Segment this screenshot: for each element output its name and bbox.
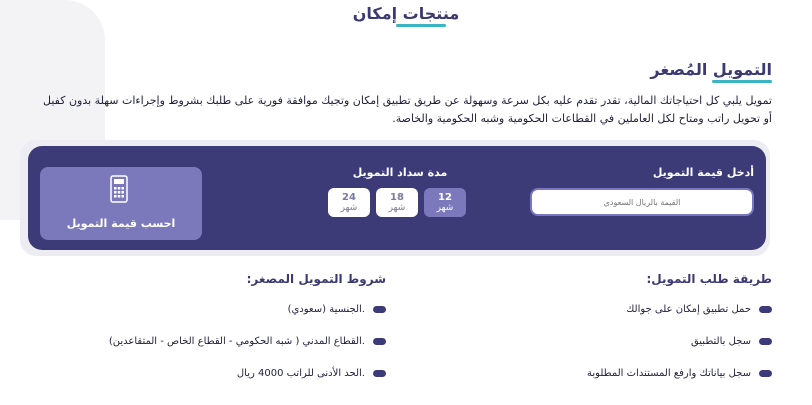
title-underline — [396, 24, 446, 27]
duration-label: مدة سداد التمويل — [352, 166, 448, 179]
list-item-text: .الحد الأدنى للراتب 4000 ريال — [236, 368, 365, 379]
list-item: سجل بالتطبيق — [691, 336, 772, 347]
conditions-list: .الجنسية (سعودي) .القطاع المدني ( شبه ال… — [46, 300, 386, 390]
duration-option-18[interactable]: 18 شهر — [376, 188, 418, 217]
conditions-title: شروط التمويل المصغر: — [246, 272, 386, 286]
calculator-icon — [110, 175, 128, 203]
list-item: .القطاع المدني ( شبه الحكومي - القطاع ال… — [109, 336, 386, 347]
bullet-icon — [759, 338, 772, 345]
duration-option-12[interactable]: 12 شهر — [424, 188, 466, 217]
list-item: حمل تطبيق إمكان على جوالك — [626, 304, 772, 315]
duration-value: 12 — [438, 192, 452, 203]
bullet-icon — [373, 370, 386, 377]
bullet-icon — [373, 306, 386, 313]
bullet-icon — [373, 338, 386, 345]
calculate-button-label: احسب قيمة التمويل — [66, 217, 176, 230]
list-item-text: حمل تطبيق إمكان على جوالك — [626, 304, 751, 315]
bullet-icon — [759, 306, 772, 313]
list-item-text: .القطاع المدني ( شبه الحكومي - القطاع ال… — [108, 336, 365, 347]
duration-options: 24 شهر 18 شهر 12 شهر — [328, 188, 468, 218]
duration-unit: شهر — [340, 203, 358, 213]
duration-unit: شهر — [388, 203, 406, 213]
list-item-text: سجل بالتطبيق — [690, 336, 751, 347]
duration-unit: شهر — [436, 203, 454, 213]
application-steps-list: حمل تطبيق إمكان على جوالك سجل بالتطبيق س… — [432, 300, 772, 390]
section-title: التمويل المُصغر — [650, 60, 772, 79]
list-item-text: سجل بياناتك وارفع المستندات المطلوبة — [587, 368, 751, 379]
list-item: سجل بياناتك وارفع المستندات المطلوبة — [587, 368, 772, 379]
application-steps-title: طريقة طلب التمويل: — [646, 272, 772, 286]
calculate-button[interactable]: احسب قيمة التمويل — [40, 167, 202, 240]
bullet-icon — [759, 370, 772, 377]
amount-input[interactable] — [530, 188, 754, 216]
duration-option-24[interactable]: 24 شهر — [328, 188, 370, 217]
page-title: منتجات إمكان — [352, 4, 460, 23]
list-item: .الحد الأدنى للراتب 4000 ريال — [237, 368, 386, 379]
section-description: تمويل يلبي كل احتياجاتك المالية، تقدر تق… — [43, 94, 772, 125]
section-underline — [712, 80, 772, 83]
amount-label: أدخل قيمة التمويل — [652, 166, 754, 179]
duration-value: 24 — [342, 192, 356, 203]
list-item-text: .الجنسية (سعودي) — [287, 304, 365, 315]
list-item: .الجنسية (سعودي) — [288, 304, 386, 315]
duration-value: 18 — [390, 192, 404, 203]
